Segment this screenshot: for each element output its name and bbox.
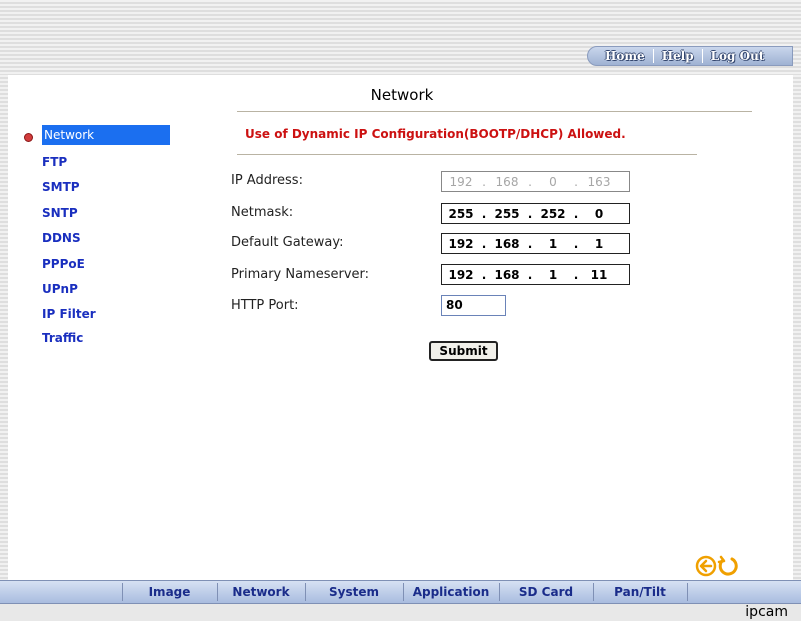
header-separator [652, 49, 654, 63]
notice-divider [237, 154, 697, 155]
header-separator [701, 49, 703, 63]
gateway-octet[interactable]: 1 [580, 237, 618, 251]
nameserver-octet[interactable]: 11 [580, 268, 618, 282]
netmask-field[interactable]: 255. 255. 252. 0 [441, 203, 630, 224]
tab-application[interactable]: Application [403, 581, 499, 603]
ip-dot: . [482, 174, 486, 189]
title-divider [237, 111, 752, 112]
ip-dot: . [527, 267, 533, 282]
ip-dot: . [481, 236, 487, 251]
ip-dot: . [527, 206, 533, 221]
tab-pan-tilt[interactable]: Pan/Tilt [593, 581, 687, 603]
gateway-octet[interactable]: 168 [488, 237, 526, 251]
netmask-octet[interactable]: 252 [534, 207, 572, 221]
refresh-icon[interactable] [717, 555, 739, 577]
netmask-octet[interactable]: 0 [580, 207, 618, 221]
netmask-label: Netmask: [231, 205, 294, 220]
ip-dot: . [573, 236, 579, 251]
ip-address-field[interactable]: 192. 168. 0. 163 [441, 171, 630, 192]
netmask-octet[interactable]: 255 [488, 207, 526, 221]
nameserver-octet[interactable]: 168 [488, 268, 526, 282]
ip-address-label: IP Address: [231, 173, 303, 188]
sidebar-item-upnp[interactable]: UPnP [42, 282, 78, 296]
logout-button[interactable]: Log Out [706, 49, 770, 63]
nameserver-octet[interactable]: 1 [534, 268, 572, 282]
ip-octet[interactable]: 163 [580, 175, 618, 189]
gateway-octet[interactable]: 192 [442, 237, 480, 251]
ip-octet[interactable]: 0 [534, 175, 572, 189]
ip-octet[interactable]: 168 [488, 175, 526, 189]
tab-network[interactable]: Network [217, 581, 305, 603]
sidebar-item-network[interactable]: Network [42, 125, 170, 145]
sidebar-item-sntp[interactable]: SNTP [42, 206, 78, 220]
bottom-tab-bar: Image Network System Application SD Card… [0, 580, 801, 604]
nameserver-field[interactable]: 192. 168. 1. 11 [441, 264, 630, 285]
brand-label: ipcam [745, 604, 788, 620]
sidebar-item-ip-filter[interactable]: IP Filter [42, 307, 96, 321]
http-port-label: HTTP Port: [231, 298, 299, 313]
page-title: Network [370, 86, 434, 104]
header-nav: Home Help Log Out [587, 46, 793, 66]
ip-dot: . [481, 206, 487, 221]
tab-separator [687, 583, 688, 601]
sidebar-item-traffic[interactable]: Traffic [42, 331, 83, 345]
tab-image[interactable]: Image [122, 581, 217, 603]
sidebar-item-pppoe[interactable]: PPPoE [42, 257, 85, 271]
right-border [793, 75, 801, 580]
ip-dot: . [573, 267, 579, 282]
footer-strip [0, 604, 801, 621]
active-bullet-icon [24, 133, 33, 142]
sidebar-item-ftp[interactable]: FTP [42, 155, 67, 169]
dhcp-notice: Use of Dynamic IP Configuration(BOOTP/DH… [245, 127, 626, 141]
nameserver-octet[interactable]: 192 [442, 268, 480, 282]
gateway-label: Default Gateway: [231, 235, 344, 250]
submit-button[interactable]: Submit [429, 341, 498, 361]
gateway-field[interactable]: 192. 168. 1. 1 [441, 233, 630, 254]
ip-dot: . [481, 267, 487, 282]
back-arrow-icon[interactable] [695, 555, 717, 577]
home-button[interactable]: Home [600, 49, 650, 63]
sidebar-item-ddns[interactable]: DDNS [42, 231, 81, 245]
nameserver-label: Primary Nameserver: [231, 267, 370, 282]
ip-dot: . [528, 174, 532, 189]
netmask-octet[interactable]: 255 [442, 207, 480, 221]
left-border [0, 75, 8, 580]
ip-dot: . [573, 206, 579, 221]
ip-dot: . [527, 236, 533, 251]
ip-octet[interactable]: 192 [442, 175, 480, 189]
tab-system[interactable]: System [305, 581, 403, 603]
sidebar-item-smtp[interactable]: SMTP [42, 180, 80, 194]
help-button[interactable]: Help [657, 49, 699, 63]
http-port-input[interactable]: 80 [441, 295, 506, 316]
tab-sd-card[interactable]: SD Card [499, 581, 593, 603]
ip-dot: . [574, 174, 578, 189]
gateway-octet[interactable]: 1 [534, 237, 572, 251]
